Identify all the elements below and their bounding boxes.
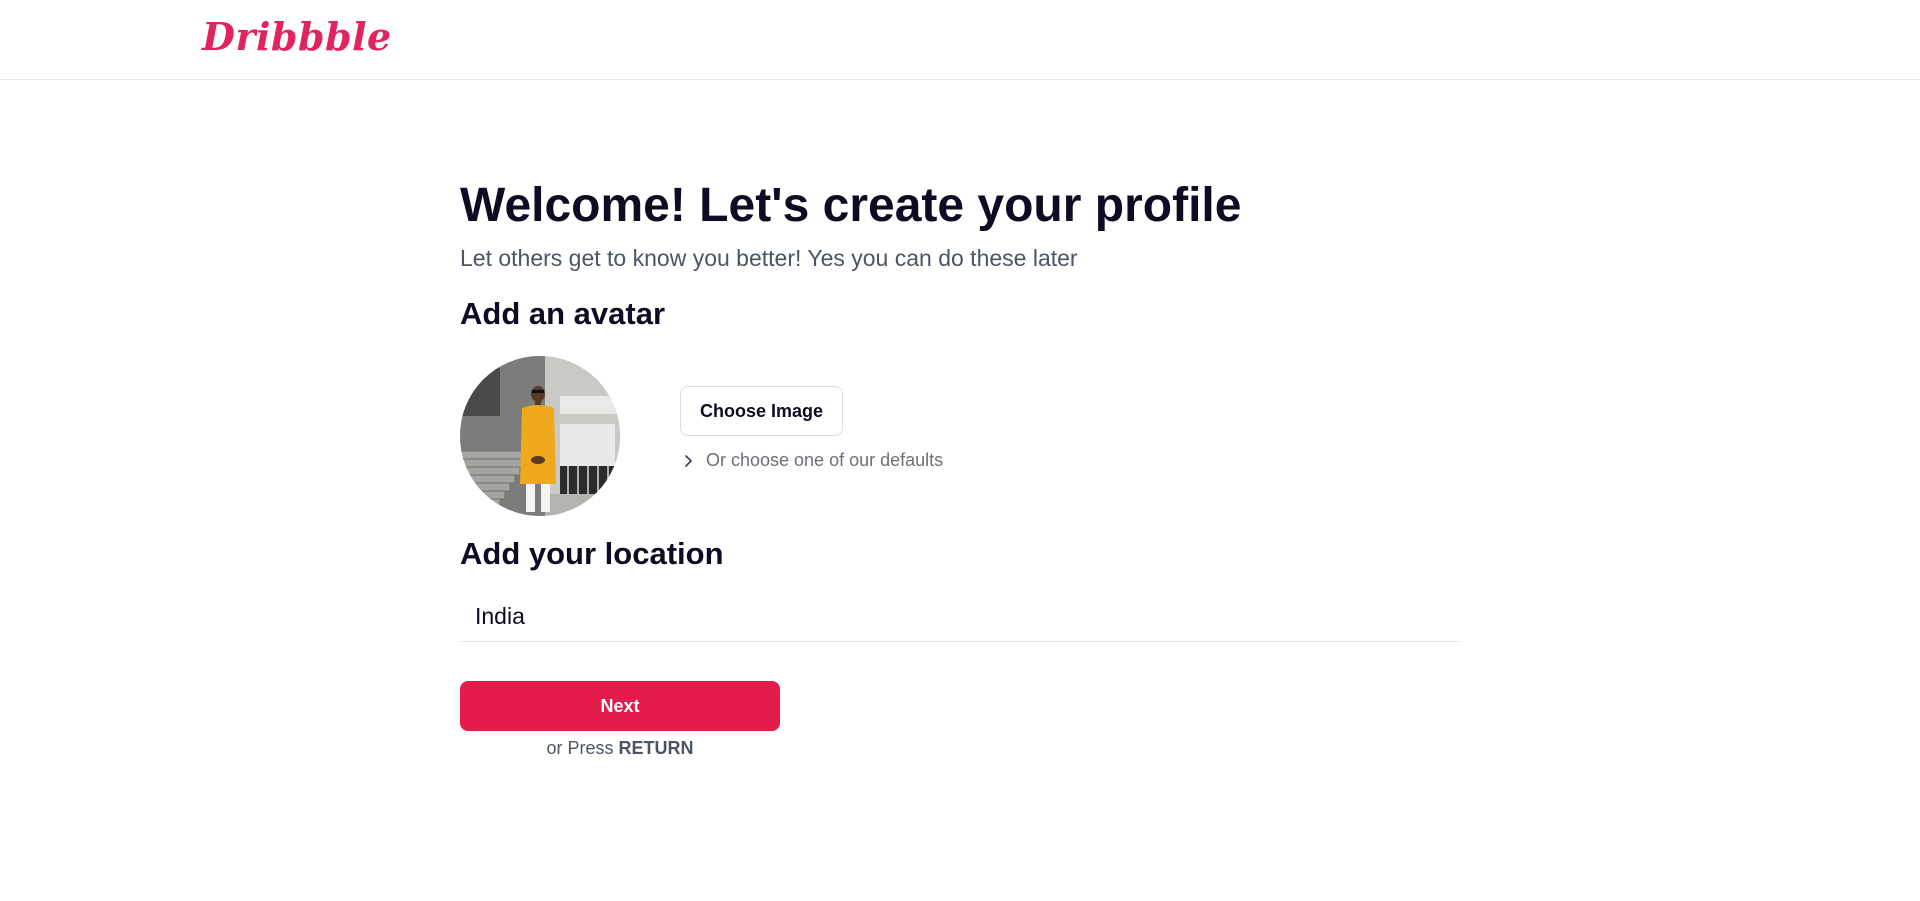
- location-section-heading: Add your location: [460, 536, 724, 571]
- choose-image-button[interactable]: Choose Image: [680, 386, 843, 436]
- avatar-photo: [460, 356, 620, 516]
- choose-default-avatar-link[interactable]: Or choose one of our defaults: [682, 450, 943, 471]
- defaults-link-label: Or choose one of our defaults: [706, 450, 944, 470]
- next-button[interactable]: Next: [460, 681, 780, 731]
- avatar-preview: [460, 356, 620, 516]
- page-subtitle: Let others get to know you better! Yes y…: [460, 245, 1078, 271]
- keyboard-hint-prefix: or Press: [546, 738, 614, 758]
- page-title: Welcome! Let's create your profile: [460, 179, 1242, 232]
- top-navigation-bar: Dribbble: [0, 0, 1920, 80]
- keyboard-hint: or Press RETURN: [460, 738, 780, 759]
- avatar-section-heading: Add an avatar: [460, 296, 666, 331]
- dribbble-logo[interactable]: Dribbble: [202, 14, 392, 59]
- location-input[interactable]: [460, 592, 1460, 642]
- chevron-right-icon: [685, 454, 692, 467]
- keyboard-hint-key: RETURN: [618, 738, 694, 758]
- logo-text: Dribbble: [202, 14, 392, 59]
